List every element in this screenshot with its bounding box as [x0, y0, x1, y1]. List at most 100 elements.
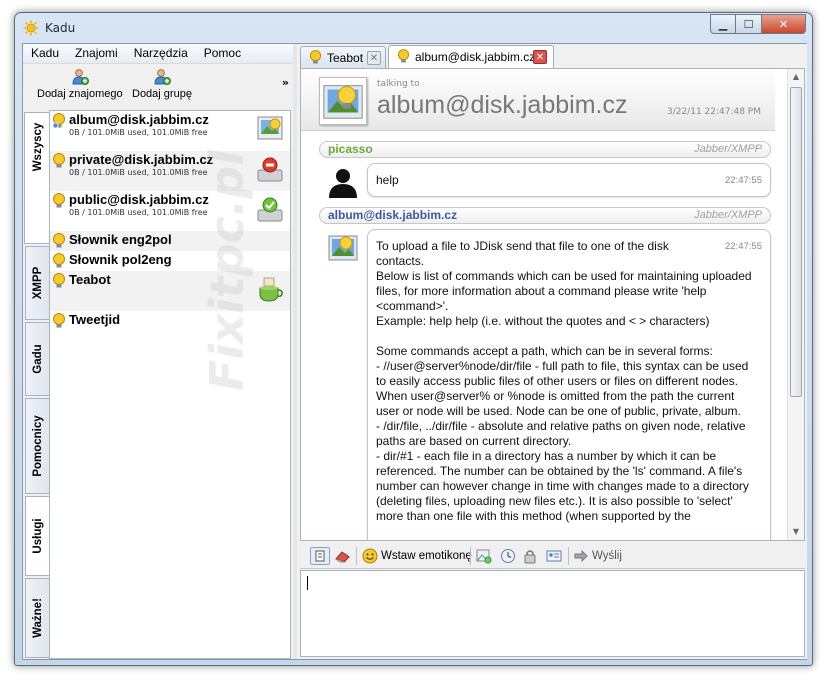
kadu-sun-icon — [23, 20, 39, 36]
contact-description: 0B / 101.0MiB used, 101.0MiB free — [69, 208, 208, 217]
tab-teabot[interactable]: Teabot ✕ — [300, 46, 386, 68]
tab-gadu-label: Gadu — [31, 344, 44, 374]
contact-name: private@disk.jabbim.cz — [69, 152, 214, 167]
close-button[interactable]: ✕ — [762, 14, 806, 34]
image-icon — [476, 549, 492, 564]
tab-wszyscy[interactable]: Wszyscy — [24, 112, 50, 244]
add-group-label: Dodaj grupę — [132, 88, 192, 100]
album-avatar-icon — [328, 235, 358, 261]
status-bulb-icon — [53, 273, 65, 288]
auto-send-toggle[interactable] — [310, 547, 330, 565]
minimize-button[interactable]: ▁ — [710, 14, 736, 34]
tab-xmpp-label: XMPP — [31, 266, 44, 300]
insert-image-button[interactable] — [476, 547, 492, 565]
contact-teabot[interactable]: Teabot — [50, 271, 290, 311]
chat-contact-name: album@disk.jabbim.cz — [377, 91, 628, 119]
menu-pomoc[interactable]: Pomoc — [196, 44, 249, 63]
contact-info-button[interactable] — [546, 547, 562, 565]
message-bubble: 22:47:55 To upload a file to JDisk send … — [367, 229, 771, 540]
toolbar-separator — [568, 547, 569, 565]
contact-tweetjid[interactable]: Tweetjid — [50, 311, 290, 331]
maximize-button[interactable]: ☐ — [736, 14, 762, 34]
contact-name: Słownik eng2pol — [69, 232, 172, 247]
clear-chat-button[interactable] — [334, 547, 352, 565]
tab-gadu[interactable]: Gadu — [25, 322, 49, 396]
insert-emoticon-button[interactable]: Wstaw emotikonę — [362, 547, 472, 565]
smiley-icon — [362, 548, 378, 564]
tab-album[interactable]: album@disk.jabbim.cz ✕ — [388, 45, 554, 69]
close-icon: ✕ — [778, 17, 789, 31]
add-group-icon — [154, 69, 171, 85]
contact-description: 0B / 101.0MiB used, 101.0MiB free — [69, 168, 208, 177]
send-label: Wyślij — [592, 550, 622, 562]
encryption-button[interactable] — [522, 547, 538, 565]
contact-public[interactable]: public@disk.jabbim.cz 0B / 101.0MiB used… — [50, 191, 290, 231]
album-avatar-icon — [257, 116, 283, 140]
contact-description: 0B / 101.0MiB used, 101.0MiB free — [69, 128, 208, 137]
contact-slownik-eng2pol[interactable]: Słownik eng2pol — [50, 231, 290, 251]
message-sender-bar: album@disk.jabbim.cz Jabber/XMPP — [319, 207, 771, 224]
toolbar-overflow-button[interactable]: » — [282, 76, 289, 89]
contact-name: public@disk.jabbim.cz — [69, 192, 209, 207]
chat-scrollbar[interactable]: ▲ ▼ — [787, 69, 804, 540]
tab-pomocnicy[interactable]: Pomocnicy — [25, 398, 49, 494]
message-time: 22:47:55 — [725, 175, 762, 186]
document-icon — [315, 550, 325, 562]
add-group-button[interactable]: Dodaj grupę — [132, 68, 192, 100]
status-bulb-icon — [53, 233, 65, 248]
chat-tabs: Teabot ✕ album@disk.jabbim.cz ✕ — [298, 45, 807, 69]
tab-uslugi[interactable]: Usługi — [25, 496, 49, 576]
panel-splitter[interactable] — [293, 44, 297, 659]
main-window: Kadu ▁ ☐ ✕ Kadu Znajomi Narzędzia Pomoc — [14, 12, 813, 666]
contact-private[interactable]: private@disk.jabbim.cz 0B / 101.0MiB use… — [50, 151, 290, 191]
tab-xmpp[interactable]: XMPP — [25, 246, 49, 320]
menu-znajomi[interactable]: Znajomi — [67, 44, 126, 63]
sender-protocol: Jabber/XMPP — [694, 143, 762, 155]
contact-slownik-pol2eng[interactable]: Słownik pol2eng — [50, 251, 290, 271]
status-bulb-icon — [397, 49, 410, 63]
chat-timestamp: 3/22/11 22:47:48 PM — [666, 107, 761, 117]
title-bar[interactable]: Kadu ▁ ☐ ✕ — [15, 13, 812, 43]
maximize-icon: ☐ — [743, 17, 754, 31]
text-caret — [307, 576, 308, 590]
toolbar-separator — [356, 547, 357, 565]
message-input[interactable] — [300, 570, 805, 657]
chat-messages-view[interactable]: talking to album@disk.jabbim.cz 3/22/11 … — [300, 68, 805, 541]
public-disk-icon — [257, 197, 283, 222]
watermark: Fixitpc.pl — [200, 150, 254, 391]
arrow-right-icon — [574, 550, 588, 562]
message-bubble: help 22:47:55 — [367, 163, 771, 197]
scroll-up-icon[interactable]: ▲ — [788, 69, 804, 85]
add-contact-button[interactable]: Dodaj znajomego — [37, 68, 123, 100]
contact-avatar-icon — [319, 77, 367, 125]
status-bulb-icon — [53, 153, 65, 168]
tab-close-icon[interactable]: ✕ — [533, 50, 547, 64]
contact-list[interactable]: album@disk.jabbim.cz 0B / 101.0MiB used,… — [49, 110, 291, 659]
contact-name: Tweetjid — [69, 312, 121, 327]
insert-emoticon-label: Wstaw emotikonę — [381, 550, 472, 562]
menu-narzedzia[interactable]: Narzędzia — [126, 44, 196, 63]
menu-kadu[interactable]: Kadu — [23, 44, 67, 63]
clock-icon — [501, 549, 515, 563]
add-contact-label: Dodaj znajomego — [37, 88, 123, 100]
contact-album[interactable]: album@disk.jabbim.cz 0B / 101.0MiB used,… — [50, 111, 290, 151]
tab-wazne[interactable]: Ważne! — [25, 578, 49, 658]
window-controls: ▁ ☐ ✕ — [710, 14, 806, 34]
sender-name: picasso — [328, 142, 373, 156]
scroll-down-icon[interactable]: ▼ — [788, 524, 804, 540]
main-toolbar: Dodaj znajomego Dodaj grupę » — [23, 64, 293, 110]
tab-close-icon[interactable]: ✕ — [367, 51, 381, 65]
scroll-thumb[interactable] — [790, 87, 802, 397]
talking-to-label: talking to — [377, 79, 420, 89]
status-bulb-icon — [53, 253, 65, 268]
group-tabs: Wszyscy XMPP Gadu Pomocnicy Usługi Ważne… — [24, 112, 50, 660]
sender-name: album@disk.jabbim.cz — [328, 208, 458, 222]
history-button[interactable] — [500, 547, 516, 565]
send-button[interactable]: Wyślij — [574, 547, 622, 565]
tab-label: Teabot — [327, 51, 364, 65]
message-first-line: To upload a file to JDisk send that file… — [376, 239, 673, 268]
tab-label: album@disk.jabbim.cz — [415, 50, 536, 64]
message-text: To upload a file to JDisk send that file… — [376, 239, 756, 524]
lock-icon — [524, 550, 536, 564]
status-bulb-icon — [309, 50, 322, 64]
